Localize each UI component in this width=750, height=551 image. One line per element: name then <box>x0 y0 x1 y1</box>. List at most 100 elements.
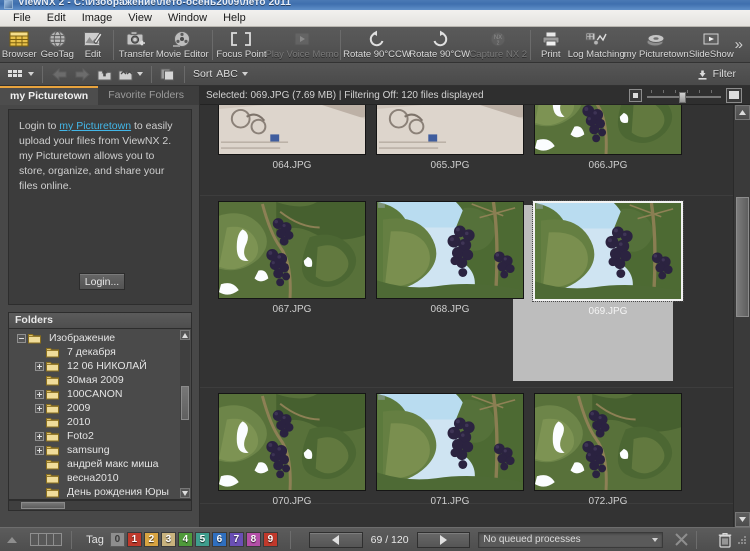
toolbar-button-my-picturetown[interactable]: my Picturetown <box>624 27 689 63</box>
toolbar-button-browser[interactable]: Browser <box>0 27 39 63</box>
thumbnail-image[interactable] <box>218 201 366 299</box>
collapse-panel-button[interactable] <box>0 529 25 551</box>
folder-tree-item[interactable]: 2010 <box>9 415 179 429</box>
thumbnail-item[interactable]: 070.JPG <box>212 393 372 507</box>
next-image-button[interactable] <box>416 531 471 548</box>
folder-tree-item[interactable]: андрей макс миша <box>9 457 179 471</box>
toolbar-button-rotate-cw[interactable]: Rotate 90°CW <box>409 27 470 63</box>
filter-button[interactable]: Filter <box>690 65 744 84</box>
thumbnail-size-slider[interactable] <box>647 89 721 103</box>
folder-tree-item[interactable]: Изображение <box>9 331 179 345</box>
toolbar-overflow-button[interactable]: » <box>735 27 750 53</box>
tag-button-2[interactable]: 2 <box>143 532 159 547</box>
thumbnail-item[interactable]: 066.JPG <box>528 105 688 171</box>
process-queue-select[interactable]: No queued processes <box>478 531 663 548</box>
toolbar-button-print[interactable]: Print <box>534 27 568 63</box>
thumbnail-image[interactable] <box>534 105 682 155</box>
chevron-down-icon[interactable] <box>28 72 34 76</box>
folder-tree-item[interactable]: samsung <box>9 443 179 457</box>
tag-button-8[interactable]: 8 <box>245 532 261 547</box>
tag-button-5[interactable]: 5 <box>194 532 210 547</box>
thumbnail-item[interactable]: 065.JPG <box>370 105 530 171</box>
folder-tree-item[interactable]: 30мая 2009 <box>9 373 179 387</box>
thumbnail-image[interactable] <box>218 393 366 491</box>
folder-tree-item[interactable]: 12 06 НИКОЛАЙ <box>9 359 179 373</box>
large-thumbnail-icon[interactable] <box>726 87 742 103</box>
thumbnail-image[interactable] <box>218 105 366 155</box>
folder-up-button[interactable] <box>94 65 115 84</box>
toolbar-button-capture-nx2[interactable]: NX 2 Capture NX 2 <box>469 27 527 63</box>
chevron-down-icon[interactable] <box>241 72 248 76</box>
folder-tree-item[interactable]: 2009 <box>9 401 179 415</box>
menu-file[interactable]: File <box>5 11 39 26</box>
cancel-queue-button[interactable] <box>671 530 692 550</box>
thumbnail-item[interactable]: 071.JPG <box>370 393 530 507</box>
tag-button-1[interactable]: 1 <box>126 532 142 547</box>
grid-scrollbar[interactable] <box>733 105 750 527</box>
tab-my-picturetown[interactable]: my Picturetown <box>0 86 99 105</box>
forward-button[interactable] <box>71 65 94 84</box>
thumbnail-grid[interactable]: 064.JPG 065.JPG 066.JPG 067.JPG 068.JPG 069.J… <box>200 105 750 527</box>
small-thumbnail-icon[interactable] <box>629 88 642 102</box>
folder-tree-hscrollbar[interactable] <box>8 500 192 511</box>
thumbnail-item[interactable]: 072.JPG <box>528 393 688 507</box>
scroll-down-arrow[interactable] <box>180 488 190 498</box>
thumbnail-view-button[interactable] <box>4 65 37 84</box>
toolbar-button-transfer[interactable]: Transfer <box>117 27 156 63</box>
scroll-up-arrow[interactable] <box>180 330 190 340</box>
toolbar-button-edit[interactable]: Edit <box>76 27 110 63</box>
folder-tree[interactable]: Изображение 7 декабря 12 06 НИКОЛАЙ 30мая 2… <box>8 328 192 500</box>
menu-help[interactable]: Help <box>215 11 254 26</box>
expand-icon[interactable] <box>35 389 44 399</box>
toolbar-button-movie-editor[interactable]: Movie Editor <box>156 27 209 63</box>
my-picturetown-link[interactable]: my Picturetown <box>59 120 131 132</box>
expand-icon[interactable] <box>35 431 44 441</box>
folder-tree-item[interactable]: Foto2 <box>9 429 179 443</box>
thumbnail-item[interactable]: 068.JPG <box>370 201 530 315</box>
toolbar-button-slideshow[interactable]: SlideShow <box>688 27 735 63</box>
menu-view[interactable]: View <box>120 11 160 26</box>
thumbnail-item[interactable]: 064.JPG <box>212 105 372 171</box>
tab-favorite-folders[interactable]: Favorite Folders <box>98 86 194 105</box>
folder-tree-item[interactable]: весна2010 <box>9 471 179 485</box>
thumbnail-item[interactable]: 069.JPG <box>528 200 688 317</box>
thumbnail-item[interactable]: 067.JPG <box>212 201 372 315</box>
tag-button-7[interactable]: 7 <box>228 532 244 547</box>
new-folder-button[interactable] <box>115 65 146 84</box>
sort-button[interactable]: Sort ABC <box>190 65 251 84</box>
toolbar-button-focus-point[interactable]: Focus Point <box>216 27 267 63</box>
expand-icon[interactable] <box>35 445 44 455</box>
folder-tree-item[interactable]: 7 декабря <box>9 345 179 359</box>
toolbar-button-log-matching[interactable]: Log Matching <box>568 27 625 63</box>
expand-icon[interactable] <box>35 361 44 371</box>
thumbnail-image[interactable] <box>534 393 682 491</box>
tag-button-6[interactable]: 6 <box>211 532 227 547</box>
toolbar-button-rotate-ccw[interactable]: Rotate 90°CCW <box>343 27 411 63</box>
back-button[interactable] <box>48 65 71 84</box>
thumbnail-image[interactable] <box>376 393 524 491</box>
toolbar-button-geotag[interactable]: GeoTag <box>39 27 76 63</box>
grid-scroll-down-arrow[interactable] <box>735 512 750 527</box>
tag-button-4[interactable]: 4 <box>177 532 193 547</box>
collapse-icon[interactable] <box>17 333 26 343</box>
copy-button[interactable] <box>157 65 179 84</box>
thumbnail-image[interactable] <box>532 200 684 302</box>
toolbar-button-play-voice-memo[interactable]: Play Voice Memo <box>265 27 339 63</box>
tag-button-9[interactable]: 9 <box>262 532 278 547</box>
slider-knob[interactable] <box>679 91 686 103</box>
login-button[interactable]: Login... <box>79 273 125 290</box>
menu-window[interactable]: Window <box>160 11 215 26</box>
thumbnail-image[interactable] <box>376 105 524 155</box>
folder-tree-item[interactable]: День рождения Юры <box>9 485 179 499</box>
resize-grip[interactable] <box>736 534 748 546</box>
delete-button[interactable] <box>715 530 736 550</box>
grid-scroll-up-arrow[interactable] <box>735 105 750 120</box>
scroll-thumb[interactable] <box>181 386 189 420</box>
folder-tree-item[interactable]: 100CANON <box>9 387 179 401</box>
grid-scroll-thumb[interactable] <box>736 197 749 317</box>
expand-icon[interactable] <box>35 403 44 413</box>
filmstrip-button[interactable] <box>25 529 67 551</box>
chevron-down-icon[interactable] <box>651 537 658 542</box>
tag-button-0[interactable]: 0 <box>109 532 125 547</box>
tag-button-3[interactable]: 3 <box>160 532 176 547</box>
